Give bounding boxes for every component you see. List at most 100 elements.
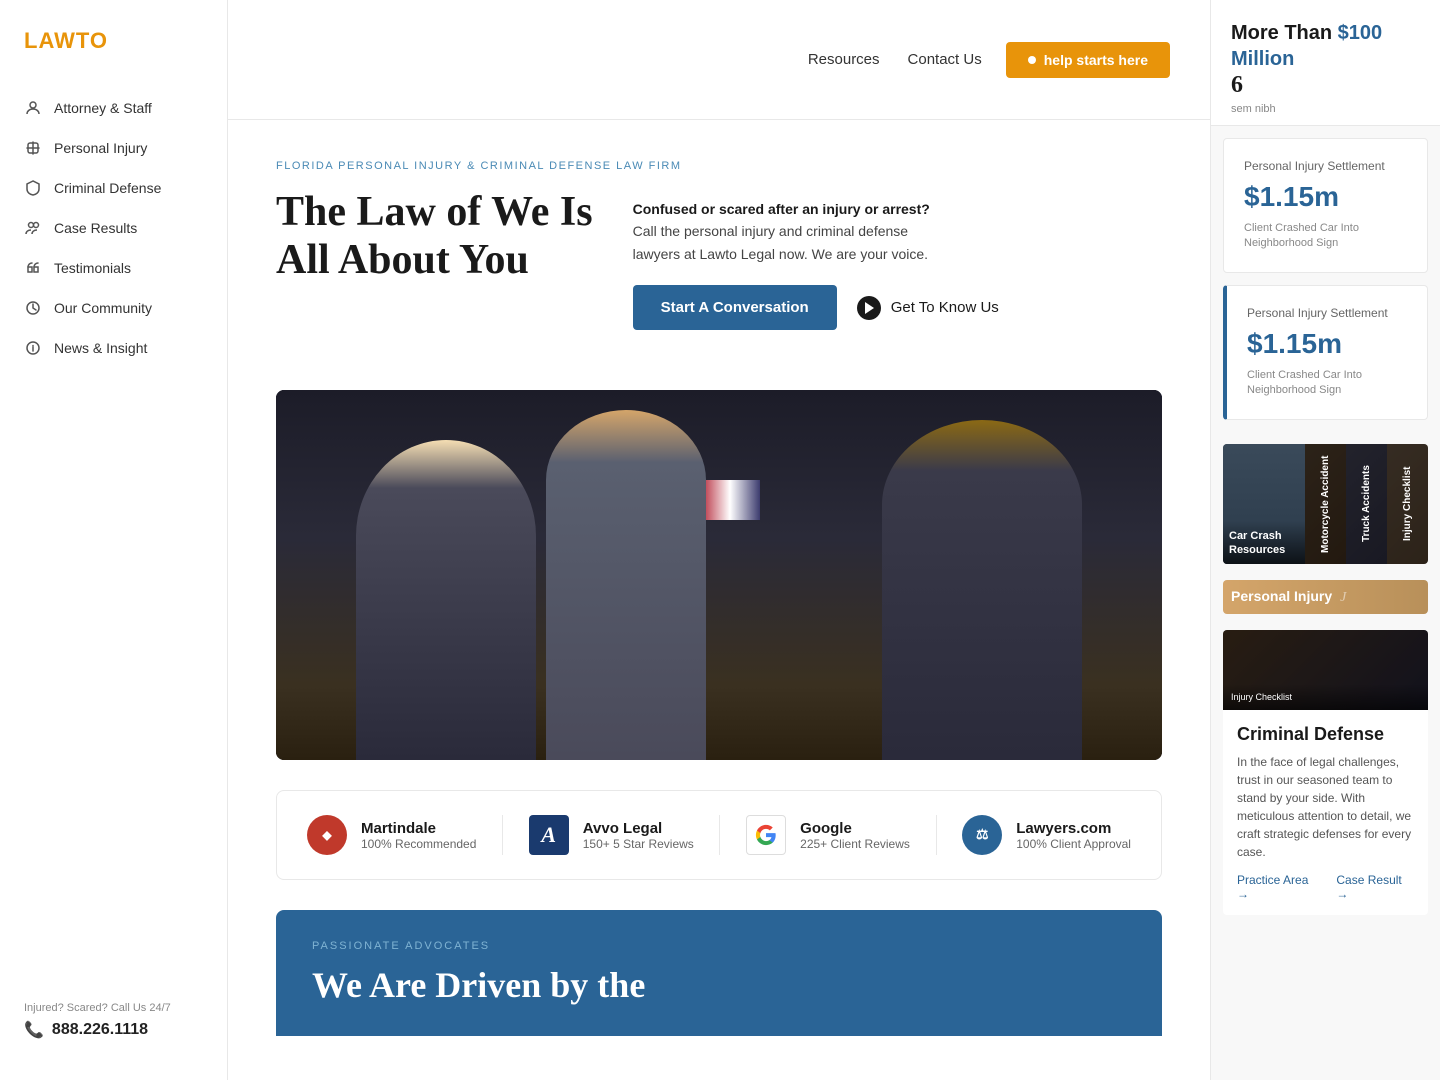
criminal-card-image: Injury Checklist bbox=[1223, 630, 1428, 710]
ticker-text: More Than bbox=[1231, 22, 1338, 44]
injury-banner-label: Personal Injury bbox=[1231, 588, 1332, 604]
phone-number: 888.226.1118 bbox=[52, 1021, 148, 1039]
sidebar-item-case-results[interactable]: Case Results bbox=[0, 208, 227, 248]
nav-resources[interactable]: Resources bbox=[808, 51, 880, 68]
sidebar-item-personal-injury-label: Personal Injury bbox=[54, 140, 147, 156]
start-conversation-button[interactable]: Start A Conversation bbox=[633, 285, 837, 330]
header: Resources Contact Us help starts here bbox=[228, 0, 1210, 120]
group-icon bbox=[24, 219, 42, 237]
cta-dot bbox=[1028, 56, 1036, 64]
sidebar: LAWTO Attorney & Staff Personal Injury C… bbox=[0, 0, 228, 1080]
avvo-desc: 150+ 5 Star Reviews bbox=[583, 837, 694, 851]
phone-icon: 📞 bbox=[24, 1020, 44, 1040]
case-result-link[interactable]: Case Result → bbox=[1336, 873, 1414, 901]
google-logo bbox=[746, 815, 786, 855]
practice-area-link[interactable]: Practice Area → bbox=[1237, 873, 1320, 901]
settlement-desc-2: Client Crashed Car Into Neighborhood Sig… bbox=[1247, 368, 1407, 399]
hero-section: FLORIDA PERSONAL INJURY & CRIMINAL DEFEN… bbox=[228, 120, 1210, 390]
proof-divider-3 bbox=[936, 815, 937, 855]
shield-icon bbox=[24, 179, 42, 197]
right-panel: More Than $100 Million 6 sem nibh Person… bbox=[1210, 0, 1440, 1080]
ticker-sub: sem nibh bbox=[1231, 103, 1420, 115]
hero-buttons: Start A Conversation Get To Know Us bbox=[633, 285, 999, 330]
resources-row: Car Crash Resources Motorcycle Accident … bbox=[1223, 444, 1428, 564]
injury-banner: Personal Injury J bbox=[1223, 580, 1428, 614]
logo-text: LAWTO bbox=[24, 28, 108, 53]
get-to-know-us-button[interactable]: Get To Know Us bbox=[857, 296, 999, 320]
martindale-logo: ◆ bbox=[307, 815, 347, 855]
sidebar-bottom: Injured? Scared? Call Us 24/7 📞 888.226.… bbox=[0, 982, 227, 1060]
avvo-name: Avvo Legal bbox=[583, 820, 694, 837]
person-icon bbox=[24, 99, 42, 117]
ticker-number: 6 bbox=[1231, 72, 1420, 99]
hero-heading: The Law of We Is All About You bbox=[276, 188, 593, 285]
proof-avvo: A Avvo Legal 150+ 5 Star Reviews bbox=[529, 815, 694, 855]
google-text: Google 225+ Client Reviews bbox=[800, 820, 910, 851]
sidebar-item-criminal-defense[interactable]: Criminal Defense bbox=[0, 168, 227, 208]
sidebar-item-testimonials-label: Testimonials bbox=[54, 260, 131, 276]
martindale-name: Martindale bbox=[361, 820, 476, 837]
lawyers-text: Lawyers.com 100% Client Approval bbox=[1016, 820, 1131, 851]
lawyers-name: Lawyers.com bbox=[1016, 820, 1131, 837]
injury-banner-suffix: J bbox=[1340, 590, 1346, 605]
criminal-defense-card: Injury Checklist Criminal Defense In the… bbox=[1223, 630, 1428, 915]
sidebar-item-attorney-label: Attorney & Staff bbox=[54, 100, 152, 116]
sidebar-item-news-label: News & Insight bbox=[54, 340, 147, 356]
injury-checklist-label: Injury Checklist bbox=[1387, 444, 1428, 564]
avvo-logo: A bbox=[529, 815, 569, 855]
resource-car-crash[interactable]: Car Crash Resources bbox=[1223, 444, 1305, 564]
hero-right: Confused or scared after an injury or ar… bbox=[633, 188, 999, 330]
resource-truck[interactable]: Truck Accidents bbox=[1346, 444, 1387, 564]
quote-icon bbox=[24, 259, 42, 277]
sidebar-phone[interactable]: 📞 888.226.1118 bbox=[24, 1020, 203, 1040]
hero-heading-line2: All About You bbox=[276, 237, 529, 283]
google-name: Google bbox=[800, 820, 910, 837]
proof-google: Google 225+ Client Reviews bbox=[746, 815, 910, 855]
proof-divider-1 bbox=[502, 815, 503, 855]
settlement-card-1: Personal Injury Settlement $1.15m Client… bbox=[1223, 138, 1428, 273]
sidebar-item-community[interactable]: Our Community bbox=[0, 288, 227, 328]
nav-contact[interactable]: Contact Us bbox=[908, 51, 982, 68]
lawyers-logo: ⚖ bbox=[962, 815, 1002, 855]
community-icon bbox=[24, 299, 42, 317]
motorcycle-label: Motorcycle Accident bbox=[1305, 444, 1346, 564]
sidebar-item-news[interactable]: News & Insight bbox=[0, 328, 227, 368]
sidebar-item-personal-injury[interactable]: Personal Injury bbox=[0, 128, 227, 168]
sidebar-item-case-results-label: Case Results bbox=[54, 220, 137, 236]
hero-desc-bold: Confused or scared after an injury or ar… bbox=[633, 201, 930, 217]
courtroom-scene bbox=[276, 390, 1162, 760]
sidebar-navigation: Attorney & Staff Personal Injury Crimina… bbox=[0, 78, 227, 982]
medical-icon bbox=[24, 139, 42, 157]
hero-description: Confused or scared after an injury or ar… bbox=[633, 198, 953, 265]
resource-motorcycle[interactable]: Motorcycle Accident bbox=[1305, 444, 1346, 564]
cta-label: help starts here bbox=[1044, 52, 1148, 68]
sidebar-item-attorney[interactable]: Attorney & Staff bbox=[0, 88, 227, 128]
criminal-card-links: Practice Area → Case Result → bbox=[1237, 873, 1414, 901]
hero-label: FLORIDA PERSONAL INJURY & CRIMINAL DEFEN… bbox=[276, 160, 1162, 172]
proof-lawyers: ⚖ Lawyers.com 100% Client Approval bbox=[962, 815, 1131, 855]
ticker-main: More Than $100 Million bbox=[1231, 20, 1420, 72]
passionate-heading: We Are Driven by the bbox=[312, 964, 1126, 1006]
criminal-defense-text: In the face of legal challenges, trust i… bbox=[1237, 753, 1414, 861]
avvo-text: Avvo Legal 150+ 5 Star Reviews bbox=[583, 820, 694, 851]
hero-desc-rest: Call the personal injury and criminal de… bbox=[633, 223, 928, 261]
settlement-label-2: Personal Injury Settlement bbox=[1247, 306, 1407, 320]
help-starts-here-button[interactable]: help starts here bbox=[1006, 42, 1170, 78]
settlement-amount-2: $1.15m bbox=[1247, 328, 1407, 360]
hero-row: The Law of We Is All About You Confused … bbox=[276, 188, 1162, 330]
sidebar-logo[interactable]: LAWTO bbox=[0, 0, 227, 78]
settlement-amount-1: $1.15m bbox=[1244, 181, 1407, 213]
play-icon bbox=[857, 296, 881, 320]
sidebar-item-testimonials[interactable]: Testimonials bbox=[0, 248, 227, 288]
lawyers-desc: 100% Client Approval bbox=[1016, 837, 1131, 851]
hero-heading-line1: The Law of We Is bbox=[276, 189, 593, 235]
proof-martindale: ◆ Martindale 100% Recommended bbox=[307, 815, 476, 855]
resource-injury-checklist[interactable]: Injury Checklist bbox=[1387, 444, 1428, 564]
sidebar-cta-label: Injured? Scared? Call Us 24/7 bbox=[24, 1002, 203, 1014]
criminal-card-image-label: Injury Checklist bbox=[1223, 684, 1428, 710]
settlement-desc-1: Client Crashed Car Into Neighborhood Sig… bbox=[1244, 221, 1407, 252]
google-desc: 225+ Client Reviews bbox=[800, 837, 910, 851]
info-icon bbox=[24, 339, 42, 357]
sidebar-item-criminal-defense-label: Criminal Defense bbox=[54, 180, 161, 196]
right-panel-ticker: More Than $100 Million 6 sem nibh bbox=[1211, 0, 1440, 126]
